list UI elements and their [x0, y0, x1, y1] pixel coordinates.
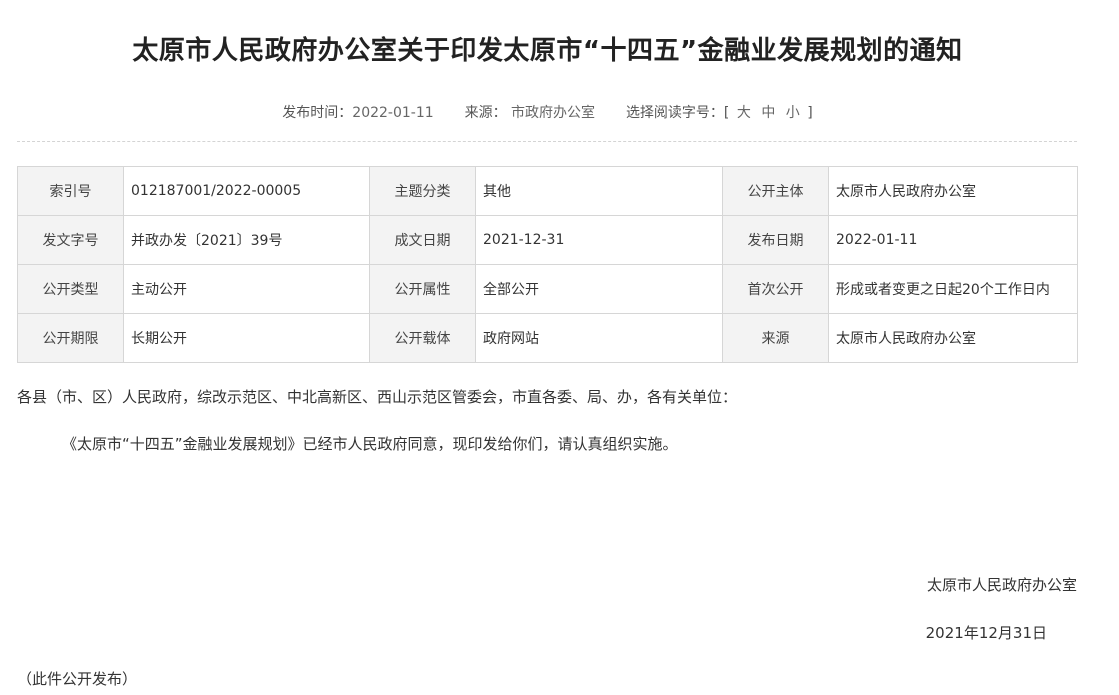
body-paragraph: 《太原市“十四五”金融业发展规划》已经市人民政府同意，现印发给你们，请认真组织实… — [62, 435, 678, 453]
publication-note: （此件公开发布） — [17, 670, 138, 688]
publisher-value: 太原市人民政府办公室 — [828, 166, 1078, 216]
disclosure-attribute-value: 全部公开 — [475, 264, 723, 314]
first-disclosure-value: 形成或者变更之日起20个工作日内 — [828, 264, 1078, 314]
publish-time-label: 发布时间： — [282, 105, 353, 121]
font-size-medium-button[interactable]: 中 — [758, 105, 778, 121]
document-info-table: 索引号 012187001/2022-00005 主题分类 其他 公开主体 太原… — [17, 166, 1078, 363]
salutation: 各县（市、区）人民政府，综改示范区、中北高新区、西山示范区管委会，市直各委、局、… — [17, 388, 738, 406]
table-row: 索引号 012187001/2022-00005 主题分类 其他 公开主体 太原… — [17, 166, 1078, 216]
publish-time-value: 2022-01-11 — [352, 105, 434, 121]
font-size-close-bracket: ] — [807, 105, 813, 121]
topic-category-label: 主题分类 — [369, 166, 476, 216]
first-disclosure-label: 首次公开 — [722, 264, 829, 314]
source-info-value: 太原市人民政府办公室 — [828, 313, 1078, 363]
disclosure-type-label: 公开类型 — [17, 264, 124, 314]
publish-date-value: 2022-01-11 — [828, 215, 1078, 265]
dashed-divider — [17, 141, 1077, 142]
publish-date-label: 发布日期 — [722, 215, 829, 265]
written-date-value: 2021-12-31 — [475, 215, 723, 265]
document-number-value: 并政办发〔2021〕39号 — [123, 215, 370, 265]
publisher-label: 公开主体 — [722, 166, 829, 216]
disclosure-period-value: 长期公开 — [123, 313, 370, 363]
topic-category-value: 其他 — [475, 166, 723, 216]
font-size-small-button[interactable]: 小 — [783, 105, 803, 121]
font-size-label: 选择阅读字号：[ — [625, 105, 730, 121]
disclosure-period-label: 公开期限 — [17, 313, 124, 363]
document-number-label: 发文字号 — [17, 215, 124, 265]
signature: 太原市人民政府办公室 — [926, 576, 1077, 594]
written-date-label: 成文日期 — [369, 215, 476, 265]
table-row: 公开期限 长期公开 公开载体 政府网站 来源 太原市人民政府办公室 — [17, 313, 1078, 363]
font-size-large-button[interactable]: 大 — [734, 105, 754, 121]
disclosure-attribute-label: 公开属性 — [369, 264, 476, 314]
source-value: 市政府办公室 — [511, 105, 596, 121]
disclosure-carrier-value: 政府网站 — [475, 313, 723, 363]
index-number-label: 索引号 — [17, 166, 124, 216]
table-row: 发文字号 并政办发〔2021〕39号 成文日期 2021-12-31 发布日期 … — [17, 215, 1078, 265]
disclosure-type-value: 主动公开 — [123, 264, 370, 314]
page-title: 太原市人民政府办公室关于印发太原市“十四五”金融业发展规划的通知 — [132, 36, 963, 66]
table-row: 公开类型 主动公开 公开属性 全部公开 首次公开 形成或者变更之日起20个工作日… — [17, 264, 1078, 314]
source-label: 来源： — [464, 105, 507, 121]
source-info-label: 来源 — [722, 313, 829, 363]
signature-date: 2021年12月31日 — [925, 624, 1047, 642]
article-meta: 发布时间：2022-01-11 来源： 市政府办公室 选择阅读字号：[ 大 中 … — [0, 102, 1095, 122]
index-number-value: 012187001/2022-00005 — [123, 166, 370, 216]
disclosure-carrier-label: 公开载体 — [369, 313, 476, 363]
